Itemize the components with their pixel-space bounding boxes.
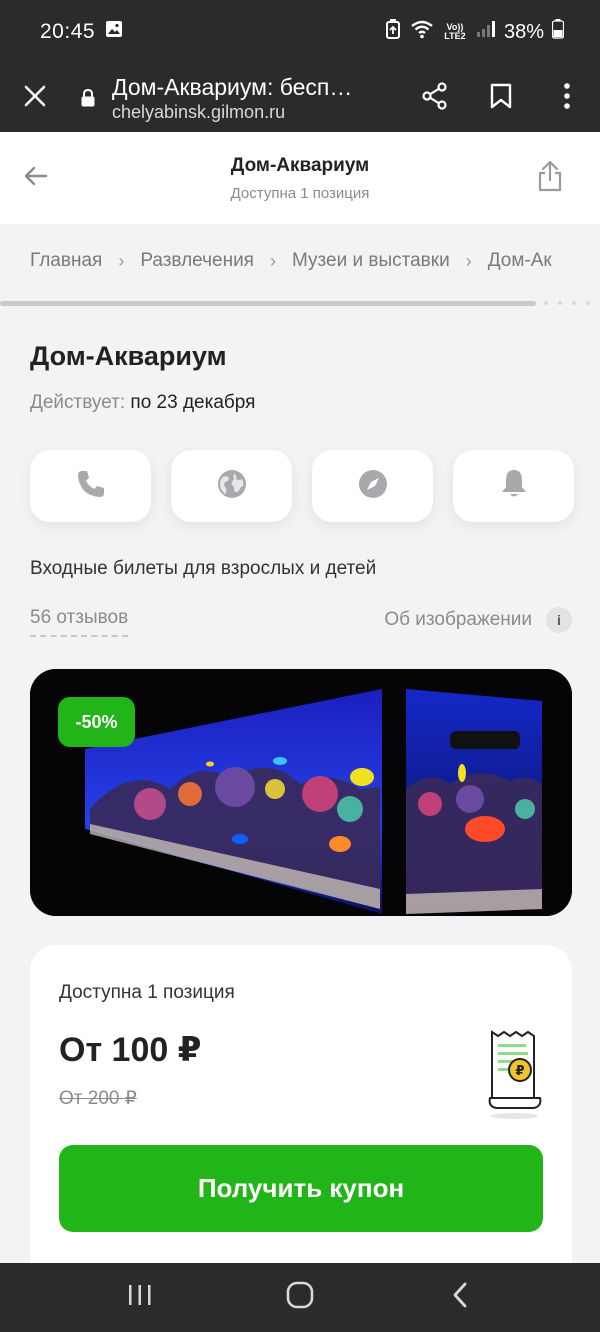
header-subtitle: Доступна 1 позиция [230, 184, 370, 202]
browser-toolbar: Дом-Аквариум: бесп… chelyabinsk.gilmon.r… [0, 64, 600, 132]
close-icon [24, 85, 46, 112]
recent-apps-button[interactable] [95, 1263, 185, 1332]
header-title: Дом-Аквариум [230, 154, 370, 176]
svg-text:₽: ₽ [515, 1064, 524, 1079]
page-title: Дом-Аквариум [30, 341, 227, 371]
browser-url: chelyabinsk.gilmon.ru [112, 102, 286, 122]
close-tab-button[interactable] [0, 64, 70, 132]
offer-card: Доступна 1 позиция От 100 ₽ От 200 ₽ ₽ П… [30, 945, 572, 1275]
bookmark-button[interactable] [468, 64, 534, 132]
phone-icon [76, 469, 106, 504]
action-buttons [30, 450, 574, 522]
system-back-button[interactable] [415, 1263, 505, 1332]
home-button[interactable] [255, 1263, 345, 1332]
bookmark-icon [490, 83, 512, 114]
offer-description: Входные билеты для взрослых и детей [30, 558, 377, 579]
about-image-label: Об изображении [384, 609, 532, 630]
status-bar: 20:45 Vo)) LTE2 38% [0, 0, 600, 64]
browser-menu-button[interactable] [534, 64, 600, 132]
website-button[interactable] [171, 450, 292, 522]
call-button[interactable] [30, 450, 151, 522]
breadcrumb-entertainment[interactable]: Развлечения [140, 250, 254, 272]
wifi-icon [410, 19, 434, 45]
about-image-link[interactable]: Об изображении i [384, 607, 572, 633]
chevron-right-icon: › [465, 250, 472, 271]
valid-until: Действует: по 23 декабря [30, 392, 255, 414]
get-coupon-button[interactable]: Получить купон [59, 1145, 543, 1232]
offer-price: От 100 ₽ [59, 1031, 202, 1069]
chevron-right-icon: › [269, 250, 276, 271]
aquarium-photo[interactable]: -50% [30, 669, 572, 916]
breadcrumb-museums[interactable]: Музеи и выставки [292, 250, 450, 272]
globe-icon [217, 469, 247, 504]
system-nav-bar [0, 1263, 600, 1332]
recycle-icon [384, 18, 402, 46]
gallery-icon [105, 20, 123, 44]
reviews-link[interactable]: 56 отзывов [30, 607, 129, 637]
home-icon [286, 1281, 314, 1314]
info-icon: i [546, 607, 572, 633]
page-share-button[interactable] [530, 158, 570, 198]
browser-share-button[interactable] [402, 64, 468, 132]
chevron-right-icon: › [118, 250, 125, 271]
upload-share-icon [536, 160, 564, 197]
discount-badge: -50% [58, 697, 135, 747]
breadcrumb-current: Дом-Ак [487, 250, 552, 271]
breadcrumb-home[interactable]: Главная [30, 250, 102, 272]
status-time: 20:45 [40, 20, 96, 43]
bell-icon [499, 468, 529, 505]
offer-availability: Доступна 1 позиция [59, 982, 235, 1003]
valid-label: Действует: [30, 392, 126, 413]
battery-icon [551, 19, 565, 45]
scroll-dots [544, 301, 590, 305]
offer-old-price: От 200 ₽ [59, 1088, 137, 1109]
valid-value: по 23 декабря [130, 392, 256, 413]
lock-icon [80, 88, 112, 108]
address-bar[interactable]: Дом-Аквариум: бесп… chelyabinsk.gilmon.r… [112, 73, 382, 123]
battery-percent: 38% [503, 20, 544, 43]
app-header: Дом-Аквариум Доступна 1 позиция [0, 132, 600, 224]
arrow-left-icon [24, 166, 48, 191]
receipt-icon: ₽ [486, 1028, 544, 1125]
chevron-left-icon [451, 1281, 469, 1314]
lte-indicator: Vo)) LTE2 [444, 22, 466, 41]
breadcrumb: Главная › Развлечения › Музеи и выставки… [30, 246, 600, 276]
recent-apps-icon [127, 1283, 153, 1312]
compass-icon [358, 469, 388, 504]
share-icon [421, 81, 449, 115]
breadcrumb-scrollbar[interactable] [0, 301, 536, 306]
signal-icon [476, 20, 496, 44]
route-button[interactable] [312, 450, 433, 522]
browser-page-title: Дом-Аквариум: бесп… [112, 74, 353, 100]
subscribe-button[interactable] [453, 450, 574, 522]
more-vertical-icon [563, 82, 571, 114]
back-button[interactable] [16, 158, 56, 198]
